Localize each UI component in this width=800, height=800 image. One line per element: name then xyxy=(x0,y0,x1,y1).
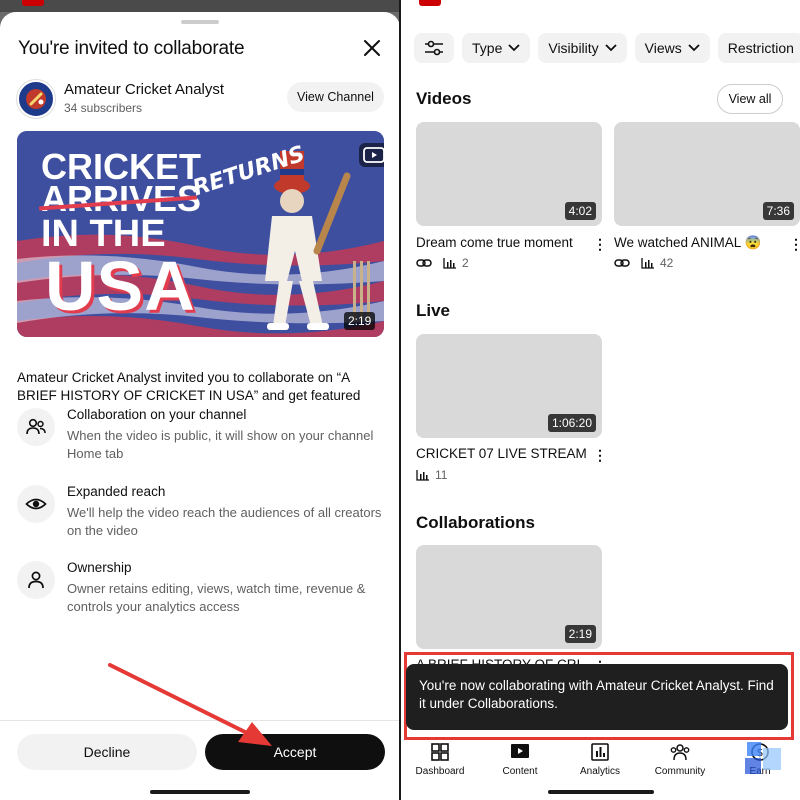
studio-logo xyxy=(419,0,441,6)
link-icon xyxy=(614,259,630,267)
more-options-icon[interactable]: ⋮ xyxy=(593,236,607,252)
nav-analytics[interactable]: Analytics xyxy=(565,742,635,777)
dashboard-icon xyxy=(431,743,449,761)
chip-label: Restriction xyxy=(727,40,794,56)
person-icon xyxy=(17,561,55,599)
video-duration: 4:02 xyxy=(564,202,596,220)
community-icon xyxy=(670,744,690,761)
thumbnail-title-line4: USA xyxy=(45,247,196,325)
live-thumbnail[interactable]: 1:06:20 xyxy=(416,334,602,438)
nav-label: Content xyxy=(502,766,538,777)
nav-label: Analytics xyxy=(579,766,620,777)
channel-subscriber-count: 34 subscribers xyxy=(64,101,143,115)
link-icon xyxy=(416,259,432,267)
decline-button[interactable]: Decline xyxy=(17,734,197,770)
chip-label: Views xyxy=(644,40,682,56)
video-thumbnail[interactable]: 7:36 xyxy=(614,122,800,226)
video-thumbnail[interactable]: CRICKET ARRIVES RETURNS IN THE USA 2:19 xyxy=(17,131,384,337)
chevron-down-icon xyxy=(508,44,520,52)
filter-bar: Type Visibility Views Restriction xyxy=(414,33,800,65)
view-count: 2 xyxy=(462,256,469,270)
analytics-bars-icon xyxy=(416,470,429,481)
view-all-button[interactable]: View all xyxy=(717,84,783,114)
analytics-bars-icon xyxy=(443,258,456,269)
section-title-videos: Videos xyxy=(416,89,472,108)
more-options-icon[interactable]: ⋮ xyxy=(593,447,607,463)
collaboration-invite-panel: You're invited to collaborate Amateur Cr… xyxy=(0,0,400,800)
video-duration: 7:36 xyxy=(762,202,794,220)
video-meta: 2 xyxy=(416,256,469,270)
background-app-header xyxy=(0,0,400,12)
view-count: 11 xyxy=(435,468,448,482)
feature-description: We'll help the video reach the audiences… xyxy=(67,505,382,538)
nav-community[interactable]: Community xyxy=(645,742,715,777)
view-channel-button[interactable]: View Channel xyxy=(287,82,384,112)
nav-dashboard[interactable]: Dashboard xyxy=(405,742,475,777)
filter-chip-views[interactable]: Views xyxy=(634,33,710,63)
chip-label: Type xyxy=(472,40,503,56)
thumbnail-duration: 2:19 xyxy=(344,312,376,330)
app-header xyxy=(401,0,800,6)
play-icon xyxy=(359,143,384,167)
divider xyxy=(0,720,400,721)
video-title[interactable]: Dream come true moment xyxy=(416,235,573,250)
studio-logo xyxy=(22,0,44,6)
chevron-down-icon xyxy=(688,44,700,52)
invite-bottom-sheet: You're invited to collaborate Amateur Cr… xyxy=(0,12,400,800)
close-icon[interactable] xyxy=(360,36,384,60)
nav-label: Dashboard xyxy=(415,766,465,777)
filter-chip-restriction[interactable]: Restriction xyxy=(717,33,800,63)
video-meta: 11 xyxy=(416,468,447,482)
analytics-icon xyxy=(591,743,609,761)
content-icon xyxy=(511,744,529,758)
analytics-bars-icon xyxy=(641,258,654,269)
feature-description: Owner retains editing, views, watch time… xyxy=(67,581,366,614)
accept-button[interactable]: Accept xyxy=(205,734,385,770)
collaboration-toast: You're now collaborating with Amateur Cr… xyxy=(406,664,788,730)
sheet-drag-handle[interactable] xyxy=(181,20,219,24)
nav-content[interactable]: Content xyxy=(485,742,555,777)
filter-settings-icon[interactable] xyxy=(414,33,454,63)
video-duration: 1:06:20 xyxy=(547,414,596,432)
video-duration: 2:19 xyxy=(564,625,596,643)
video-title[interactable]: We watched ANIMAL 😨 xyxy=(614,235,761,251)
invite-description: Amateur Cricket Analyst invited you to c… xyxy=(17,370,361,403)
section-title-live: Live xyxy=(416,301,451,320)
feature-description: When the video is public, it will show o… xyxy=(67,428,374,461)
section-title-collaborations: Collaborations xyxy=(416,513,536,532)
chip-label: Visibility xyxy=(548,40,599,56)
watermark-logo xyxy=(745,742,781,774)
eye-icon xyxy=(17,485,55,523)
view-count: 42 xyxy=(660,256,674,270)
home-indicator[interactable] xyxy=(548,790,654,794)
filter-chip-visibility[interactable]: Visibility xyxy=(538,33,627,63)
feature-title: Ownership xyxy=(67,560,132,575)
people-icon xyxy=(17,408,55,446)
channel-avatar[interactable] xyxy=(17,80,55,118)
more-options-icon[interactable]: ⋮ xyxy=(789,236,800,252)
channel-name: Amateur Cricket Analyst xyxy=(64,81,225,98)
collaboration-thumbnail[interactable]: 2:19 xyxy=(416,545,602,649)
feature-title: Expanded reach xyxy=(67,484,166,499)
nav-label: Community xyxy=(654,766,706,777)
video-thumbnail[interactable]: 4:02 xyxy=(416,122,602,226)
home-indicator[interactable] xyxy=(150,790,250,794)
video-meta: 42 xyxy=(614,256,673,270)
filter-chip-type[interactable]: Type xyxy=(462,33,531,63)
chevron-down-icon xyxy=(605,44,617,52)
sheet-title: You're invited to collaborate xyxy=(18,38,245,59)
feature-title: Collaboration on your channel xyxy=(67,407,247,422)
live-title[interactable]: CRICKET 07 LIVE STREAM xyxy=(416,446,587,461)
